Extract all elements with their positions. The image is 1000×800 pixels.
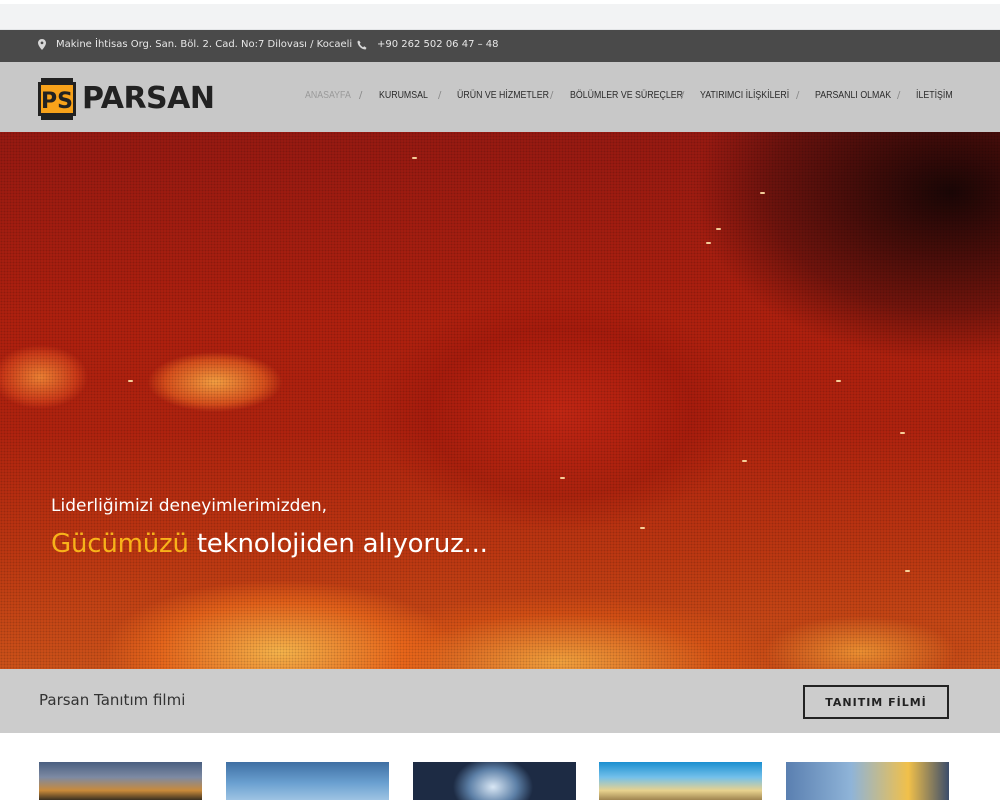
address-text: Makine İhtisas Org. San. Böl. 2. Cad. No… bbox=[56, 39, 353, 50]
hero-spark bbox=[836, 380, 841, 382]
browser-top-strip bbox=[0, 0, 1000, 30]
nav-separator: / bbox=[359, 90, 363, 101]
top-info-bar: Makine İhtisas Org. San. Böl. 2. Cad. No… bbox=[0, 30, 1000, 62]
map-marker-icon bbox=[38, 39, 46, 50]
nav-separator: / bbox=[796, 90, 800, 101]
hero-spark bbox=[706, 242, 711, 244]
promo-film-bar: Parsan Tanıtım filmi TANITIM FİLMİ bbox=[0, 669, 1000, 733]
thumbnail-2[interactable] bbox=[226, 762, 389, 800]
nav-item-yatirimci-iliskileri[interactable]: YATIRIMCI İLİŞKİLERİ bbox=[700, 90, 789, 101]
nav-separator: / bbox=[550, 90, 554, 101]
hero-spark bbox=[760, 192, 765, 194]
hero-spark bbox=[412, 157, 417, 159]
nav-item-kurumsal[interactable]: KURUMSAL bbox=[379, 90, 428, 101]
thumbnail-3[interactable] bbox=[413, 762, 576, 800]
hero-spark bbox=[742, 460, 747, 462]
promo-film-label: Parsan Tanıtım filmi bbox=[39, 691, 186, 709]
hero-banner: Liderliğimizi deneyimlerimizden, Gücümüz… bbox=[0, 132, 1000, 669]
nav-item-anasayfa[interactable]: ANASAYFA bbox=[305, 90, 351, 101]
nav-item-parsanli-olmak[interactable]: PARSANLI OLMAK bbox=[815, 90, 891, 101]
thumbnail-strip bbox=[0, 733, 1000, 800]
address-item: Makine İhtisas Org. San. Böl. 2. Cad. No… bbox=[38, 39, 352, 50]
hero-headline-accent: Gücümüzü bbox=[51, 529, 189, 559]
hero-spark bbox=[640, 527, 645, 529]
browser-top-highlight bbox=[0, 0, 1000, 4]
hero-spark bbox=[905, 570, 910, 572]
nav-item-bolumler-ve-surecler[interactable]: BÖLÜMLER VE SÜREÇLER bbox=[570, 90, 683, 101]
nav-item-urun-ve-hizmetler[interactable]: ÜRÜN VE HİZMETLER bbox=[457, 90, 549, 101]
nav-item-iletisim[interactable]: İLETİŞİM bbox=[916, 90, 953, 101]
hero-headline-rest: teknolojiden alıyoruz... bbox=[196, 529, 488, 559]
thumbnail-4[interactable] bbox=[599, 762, 762, 800]
hero-headline-line1: Liderliğimizi deneyimlerimizden, bbox=[51, 496, 328, 516]
thumbnail-1[interactable] bbox=[39, 762, 202, 800]
hero-spark bbox=[128, 380, 133, 382]
phone-icon bbox=[357, 40, 367, 50]
hero-headline-line2: Gücümüzü teknolojiden alıyoruz... bbox=[51, 529, 488, 559]
hero-spark bbox=[716, 228, 721, 230]
nav-separator: / bbox=[438, 90, 442, 101]
promo-film-button[interactable]: TANITIM FİLMİ bbox=[803, 685, 949, 719]
thumbnail-5[interactable] bbox=[786, 762, 949, 800]
hero-texture bbox=[0, 132, 1000, 669]
phone-item[interactable]: +90 262 502 06 47 – 48 bbox=[357, 39, 499, 50]
site-header: PS PARSAN ANASAYFA / KURUMSAL / ÜRÜN VE … bbox=[0, 62, 1000, 132]
nav-separator: / bbox=[681, 90, 685, 101]
hero-spark bbox=[560, 477, 565, 479]
hero-spark bbox=[900, 432, 905, 434]
main-nav: ANASAYFA / KURUMSAL / ÜRÜN VE HİZMETLER … bbox=[0, 62, 1000, 132]
nav-separator: / bbox=[897, 90, 901, 101]
phone-text[interactable]: +90 262 502 06 47 – 48 bbox=[377, 39, 499, 50]
